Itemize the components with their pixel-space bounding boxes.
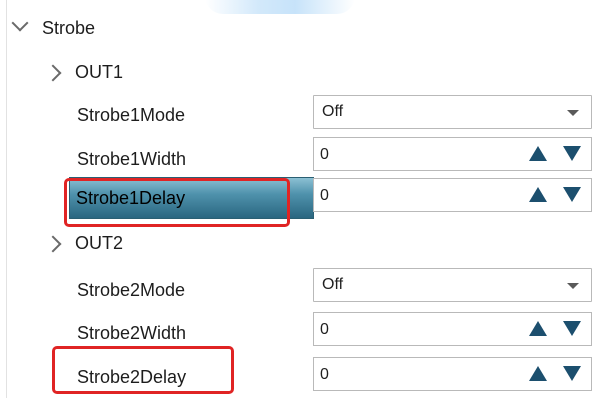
strobe2mode-select[interactable]: Off <box>313 268 592 302</box>
property-name: Strobe2Mode <box>77 280 186 300</box>
tree-node-out1[interactable]: OUT1 <box>0 51 598 95</box>
increment-arrow-icon[interactable] <box>529 366 547 381</box>
strobe-properties-panel: Strobe OUT1 Strobe1Mode Off Strobe1Width… <box>0 0 598 398</box>
select-value: Off <box>322 103 344 120</box>
strobe1mode-select[interactable]: Off <box>313 95 592 129</box>
dropdown-arrow-icon[interactable] <box>567 110 579 116</box>
property-row-strobe1mode: Strobe1Mode Off <box>0 92 598 136</box>
tree-node-out2[interactable]: OUT2 <box>0 222 598 266</box>
property-row-strobe1width: Strobe1Width 0 <box>0 136 598 180</box>
strobe1delay-spinbox[interactable]: 0 <box>313 178 592 212</box>
increment-arrow-icon[interactable] <box>529 187 547 202</box>
spin-value: 0 <box>320 366 329 383</box>
property-row-strobe2mode: Strobe2Mode Off <box>0 266 598 310</box>
property-name: Strobe1Width <box>77 149 187 169</box>
highlight-box-strobe1delay <box>64 178 290 227</box>
decrement-arrow-icon[interactable] <box>563 146 581 161</box>
property-name: Strobe2Width <box>77 323 187 343</box>
dropdown-arrow-icon[interactable] <box>567 283 579 289</box>
highlight-box-strobe2delay <box>52 346 234 394</box>
strobe1width-spinbox[interactable]: 0 <box>313 137 592 171</box>
tree-node-label: OUT1 <box>75 62 124 82</box>
property-name: Strobe1Mode <box>77 105 186 125</box>
chevron-right-icon[interactable] <box>44 235 62 253</box>
strobe2width-spinbox[interactable]: 0 <box>313 312 592 346</box>
decrement-arrow-icon[interactable] <box>563 366 581 381</box>
chevron-down-icon[interactable] <box>11 14 29 32</box>
increment-arrow-icon[interactable] <box>529 146 547 161</box>
spin-value: 0 <box>320 321 329 338</box>
tree-node-label: Strobe <box>42 18 96 38</box>
spin-value: 0 <box>320 187 329 204</box>
decrement-arrow-icon[interactable] <box>563 187 581 202</box>
select-value: Off <box>322 276 344 293</box>
strobe2delay-spinbox[interactable]: 0 <box>313 357 592 391</box>
tree-node-label: OUT2 <box>75 233 124 253</box>
decrement-arrow-icon[interactable] <box>563 321 581 336</box>
increment-arrow-icon[interactable] <box>529 321 547 336</box>
chevron-right-icon[interactable] <box>44 64 62 82</box>
tree-node-strobe[interactable]: Strobe <box>0 9 598 53</box>
spin-value: 0 <box>320 146 329 163</box>
